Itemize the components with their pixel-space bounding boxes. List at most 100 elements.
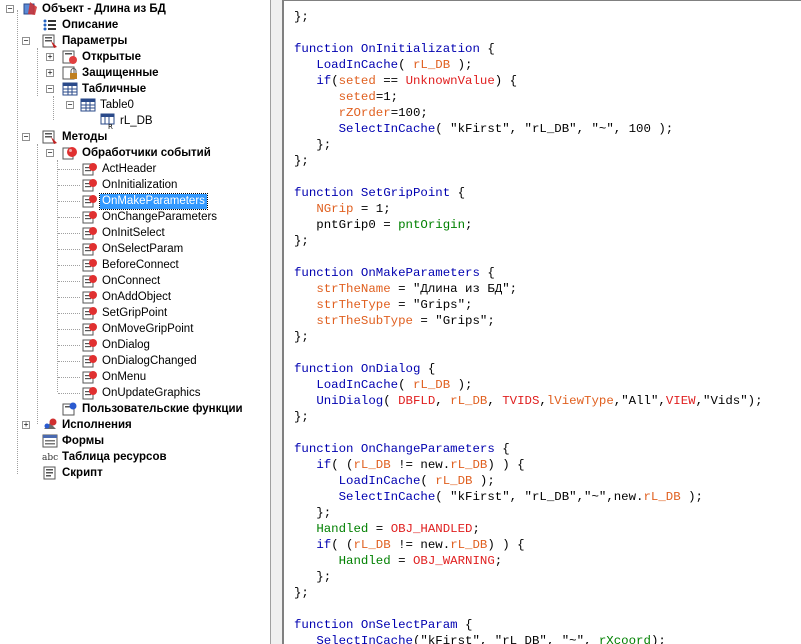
code-token: rL_DB (435, 474, 473, 488)
code-token: seted (338, 74, 376, 88)
code-token: OnInitialization (360, 42, 480, 56)
code-token: ); (450, 378, 473, 392)
tree-item-methods[interactable]: − Методы (22, 129, 109, 145)
collapse-icon[interactable]: − (46, 85, 54, 93)
parameters-icon (42, 33, 58, 49)
tree-item-script[interactable]: Скрипт (42, 465, 105, 481)
code-token: ); (472, 474, 495, 488)
tree-item-handler[interactable]: OnInitialization (58, 177, 179, 193)
code-token: = (368, 522, 391, 536)
tree-item-open[interactable]: + Открытые (42, 49, 143, 65)
code-token: SelectInCache (338, 490, 436, 504)
tree-item-handler[interactable]: SetGripPoint (58, 305, 169, 321)
code-token: != new. (390, 538, 451, 552)
code-token: = (390, 554, 413, 568)
tree-item-handler[interactable]: OnAddObject (58, 289, 173, 305)
tree-item-user-functions[interactable]: Пользовательские функции (62, 401, 245, 417)
tree-item-handler[interactable]: OnMoveGripPoint (58, 321, 195, 337)
tree-item-event-handlers[interactable]: − Обработчики событий (42, 145, 213, 161)
code-token: ; (465, 218, 473, 232)
code-token: OnSelectParam (360, 618, 458, 632)
code-token: { (479, 42, 495, 56)
code-line: NGrip = 1; (294, 201, 763, 217)
event-handler-icon (82, 305, 98, 321)
code-token: ( "kFirst", "rL_DB","~",new. (435, 490, 644, 504)
code-token: DBFLD (398, 394, 436, 408)
object-tree-panel: − Объект - Длина из БД Описание − Параме… (0, 0, 271, 644)
code-editor[interactable]: }; function OnInitialization { LoadInCac… (282, 0, 801, 644)
collapse-icon[interactable]: − (46, 149, 54, 157)
code-token: Handled (338, 554, 391, 568)
code-token: ("kFirst", "rL_DB", "~", (412, 634, 599, 644)
tree-item-handler[interactable]: BeforeConnect (58, 257, 181, 273)
code-line: LoadInCache( rL_DB ); (294, 473, 763, 489)
code-token: ) { (494, 74, 518, 88)
code-token: }; (294, 330, 309, 344)
collapse-icon[interactable]: − (22, 37, 30, 45)
code-token: { (420, 362, 436, 376)
tree-item-description[interactable]: Описание (42, 17, 120, 33)
tree-item-table0[interactable]: − Table0 (62, 97, 136, 113)
expand-icon[interactable]: + (46, 53, 54, 61)
lock-icon (62, 65, 78, 81)
code-token: ; (472, 522, 480, 536)
code-token: ); (650, 634, 666, 644)
handler-label: OnAddObject (102, 290, 172, 303)
code-line: SelectInCache( "kFirst", "rL_DB", "~", 1… (294, 121, 763, 137)
collapse-icon[interactable]: − (6, 5, 14, 13)
tree-item-resources[interactable]: abc Таблица ресурсов (42, 449, 169, 465)
tree-item-rl-db[interactable]: R rL_DB (100, 113, 155, 131)
tree-item-handler[interactable]: OnUpdateGraphics (58, 385, 202, 401)
tree-item-protected[interactable]: + Защищенные (42, 65, 161, 81)
code-token: ,"Vids"); (695, 394, 763, 408)
handler-label: OnInitialization (102, 178, 178, 191)
tree-item-handler[interactable]: OnMakeParameters (58, 192, 208, 210)
code-line: }; (294, 569, 763, 585)
tree-item-handler[interactable]: OnMenu (58, 369, 148, 385)
tree-item-handler[interactable]: OnSelectParam (58, 241, 185, 257)
tree-item-handler[interactable]: OnConnect (58, 273, 162, 289)
code-token: TVIDS (502, 394, 540, 408)
collapse-icon[interactable]: − (66, 101, 74, 109)
code-token: ); (450, 58, 473, 72)
tree-root-label: Объект - Длина из БД (42, 2, 166, 15)
code-token: == (375, 74, 406, 88)
tree-item-handler[interactable]: OnChangeParameters (58, 209, 219, 225)
expand-icon[interactable]: + (46, 69, 54, 77)
code-token: rL_DB (412, 378, 451, 392)
code-line: }; (294, 505, 763, 521)
object-icon (22, 1, 38, 17)
code-line: strTheSubType = "Grips"; (294, 313, 763, 329)
code-token: function (294, 186, 361, 200)
code-token: rZOrder (338, 106, 391, 120)
code-line: strTheType = "Grips"; (294, 297, 763, 313)
code-line: function OnInitialization { (294, 41, 763, 57)
code-token: ); (680, 490, 703, 504)
tree-item-forms[interactable]: Формы (42, 433, 106, 449)
code-token: = "Длина из БД"; (390, 282, 518, 296)
code-token: ; (494, 554, 503, 568)
event-handler-icon (82, 337, 98, 353)
tree-item-handler[interactable]: OnDialogChanged (58, 353, 199, 369)
code-line: }; (294, 585, 763, 601)
tree-root[interactable]: − Объект - Длина из БД (2, 1, 168, 17)
expand-icon[interactable]: + (22, 421, 30, 429)
code-token: rXcoord (598, 634, 651, 644)
code-line: function SetGripPoint { (294, 185, 763, 201)
tree-item-handler[interactable]: OnInitSelect (58, 225, 167, 241)
code-token: }; (294, 570, 332, 584)
code-token: LoadInCache (316, 58, 399, 72)
tree-item-parameters[interactable]: − Параметры (22, 33, 129, 49)
tree-item-handler[interactable]: ActHeader (58, 161, 158, 177)
code-token: ( (383, 394, 399, 408)
code-token: function (294, 266, 361, 280)
code-line: Handled = OBJ_WARNING; (294, 553, 763, 569)
code-line: SelectInCache( "kFirst", "rL_DB","~",new… (294, 489, 763, 505)
panel-splitter[interactable] (271, 0, 280, 644)
tree-item-handler[interactable]: OnDialog (58, 337, 152, 353)
collapse-icon[interactable]: − (22, 133, 30, 141)
tree-item-tabular[interactable]: − Табличные (42, 81, 148, 97)
tree-item-executions[interactable]: + Исполнения (22, 417, 134, 433)
